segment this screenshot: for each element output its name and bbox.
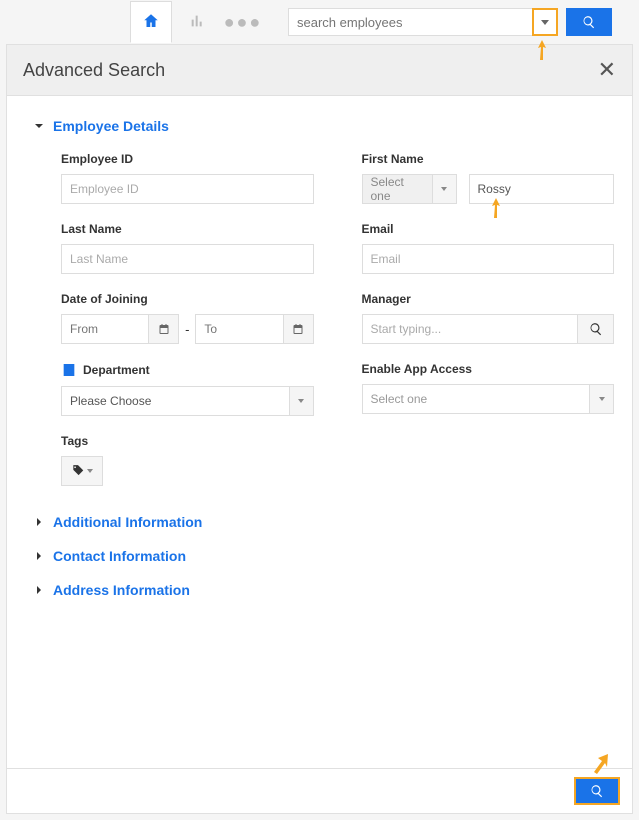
input-manager[interactable] (362, 314, 579, 344)
field-employee-id: Employee ID (61, 152, 314, 204)
date-separator: - (185, 322, 189, 337)
section-title: Employee Details (53, 118, 169, 134)
section-title: Contact Information (53, 548, 186, 564)
section-employee-details[interactable]: Employee Details (33, 118, 614, 134)
home-icon (142, 12, 160, 33)
search-dropdown-toggle[interactable] (532, 8, 558, 36)
section-title: Additional Information (53, 514, 202, 530)
chevron-right-icon (33, 584, 45, 596)
tags-button[interactable] (61, 456, 103, 486)
caret-down-icon (441, 187, 447, 191)
label-employee-id: Employee ID (61, 152, 314, 166)
select-enable-app-access[interactable]: Select one (362, 384, 615, 414)
input-date-to[interactable] (195, 314, 283, 344)
caret-down-icon (298, 399, 304, 403)
panel-body: Employee Details Employee ID First Name … (7, 96, 632, 768)
section-title: Address Information (53, 582, 190, 598)
field-department: Department Please Choose (61, 362, 314, 416)
home-tab[interactable] (130, 1, 172, 43)
tag-icon (71, 464, 85, 478)
global-search (288, 8, 612, 36)
search-button[interactable] (566, 8, 612, 36)
input-email[interactable] (362, 244, 615, 274)
panel-title: Advanced Search (23, 60, 165, 81)
field-tags: Tags (61, 434, 314, 486)
label-tags: Tags (61, 434, 314, 448)
input-employee-id[interactable] (61, 174, 314, 204)
advanced-search-panel: Advanced Search ✕ Employee Details Emplo… (6, 44, 633, 814)
search-icon (589, 322, 603, 336)
close-button[interactable]: ✕ (598, 57, 616, 83)
ellipsis-icon: ●●● (224, 12, 263, 33)
close-icon: ✕ (598, 57, 616, 82)
field-first-name: First Name Select one (362, 152, 615, 204)
section-contact-information[interactable]: Contact Information (33, 548, 614, 564)
input-first-name[interactable] (469, 174, 615, 204)
select-department[interactable]: Please Choose (61, 386, 314, 416)
section-additional-information[interactable]: Additional Information (33, 514, 614, 530)
date-to-picker-button[interactable] (284, 314, 314, 344)
label-last-name: Last Name (61, 222, 314, 236)
bar-chart-icon (189, 13, 205, 32)
field-last-name: Last Name (61, 222, 314, 274)
label-first-name: First Name (362, 152, 615, 166)
input-last-name[interactable] (61, 244, 314, 274)
label-department: Department (83, 363, 150, 377)
search-icon (582, 15, 596, 29)
employee-details-form: Employee ID First Name Select one Last N… (33, 152, 614, 486)
select-first-name-operator[interactable]: Select one (362, 174, 457, 204)
building-icon (61, 362, 77, 378)
field-email: Email (362, 222, 615, 274)
caret-down-icon (87, 469, 93, 473)
panel-header: Advanced Search ✕ (7, 45, 632, 96)
chevron-down-icon (541, 20, 549, 25)
chevron-right-icon (33, 550, 45, 562)
date-from-picker-button[interactable] (149, 314, 179, 344)
label-date-of-joining: Date of Joining (61, 292, 314, 306)
input-date-from[interactable] (61, 314, 149, 344)
chevron-right-icon (33, 516, 45, 528)
manager-lookup-button[interactable] (578, 314, 614, 344)
search-input[interactable] (288, 8, 533, 36)
caret-down-icon (599, 397, 605, 401)
search-icon (590, 784, 604, 798)
label-email: Email (362, 222, 615, 236)
chevron-down-icon (33, 120, 45, 132)
footer-search-button[interactable] (574, 777, 620, 805)
chart-tab[interactable] (176, 1, 218, 43)
calendar-icon (158, 323, 170, 335)
field-enable-app-access: Enable App Access Select one (362, 362, 615, 416)
calendar-icon (292, 323, 304, 335)
panel-footer (7, 768, 632, 813)
field-date-of-joining: Date of Joining - (61, 292, 314, 344)
top-toolbar: ●●● (0, 0, 639, 44)
label-enable-app-access: Enable App Access (362, 362, 615, 376)
label-manager: Manager (362, 292, 615, 306)
more-tab[interactable]: ●●● (222, 1, 264, 43)
section-address-information[interactable]: Address Information (33, 582, 614, 598)
field-manager: Manager (362, 292, 615, 344)
